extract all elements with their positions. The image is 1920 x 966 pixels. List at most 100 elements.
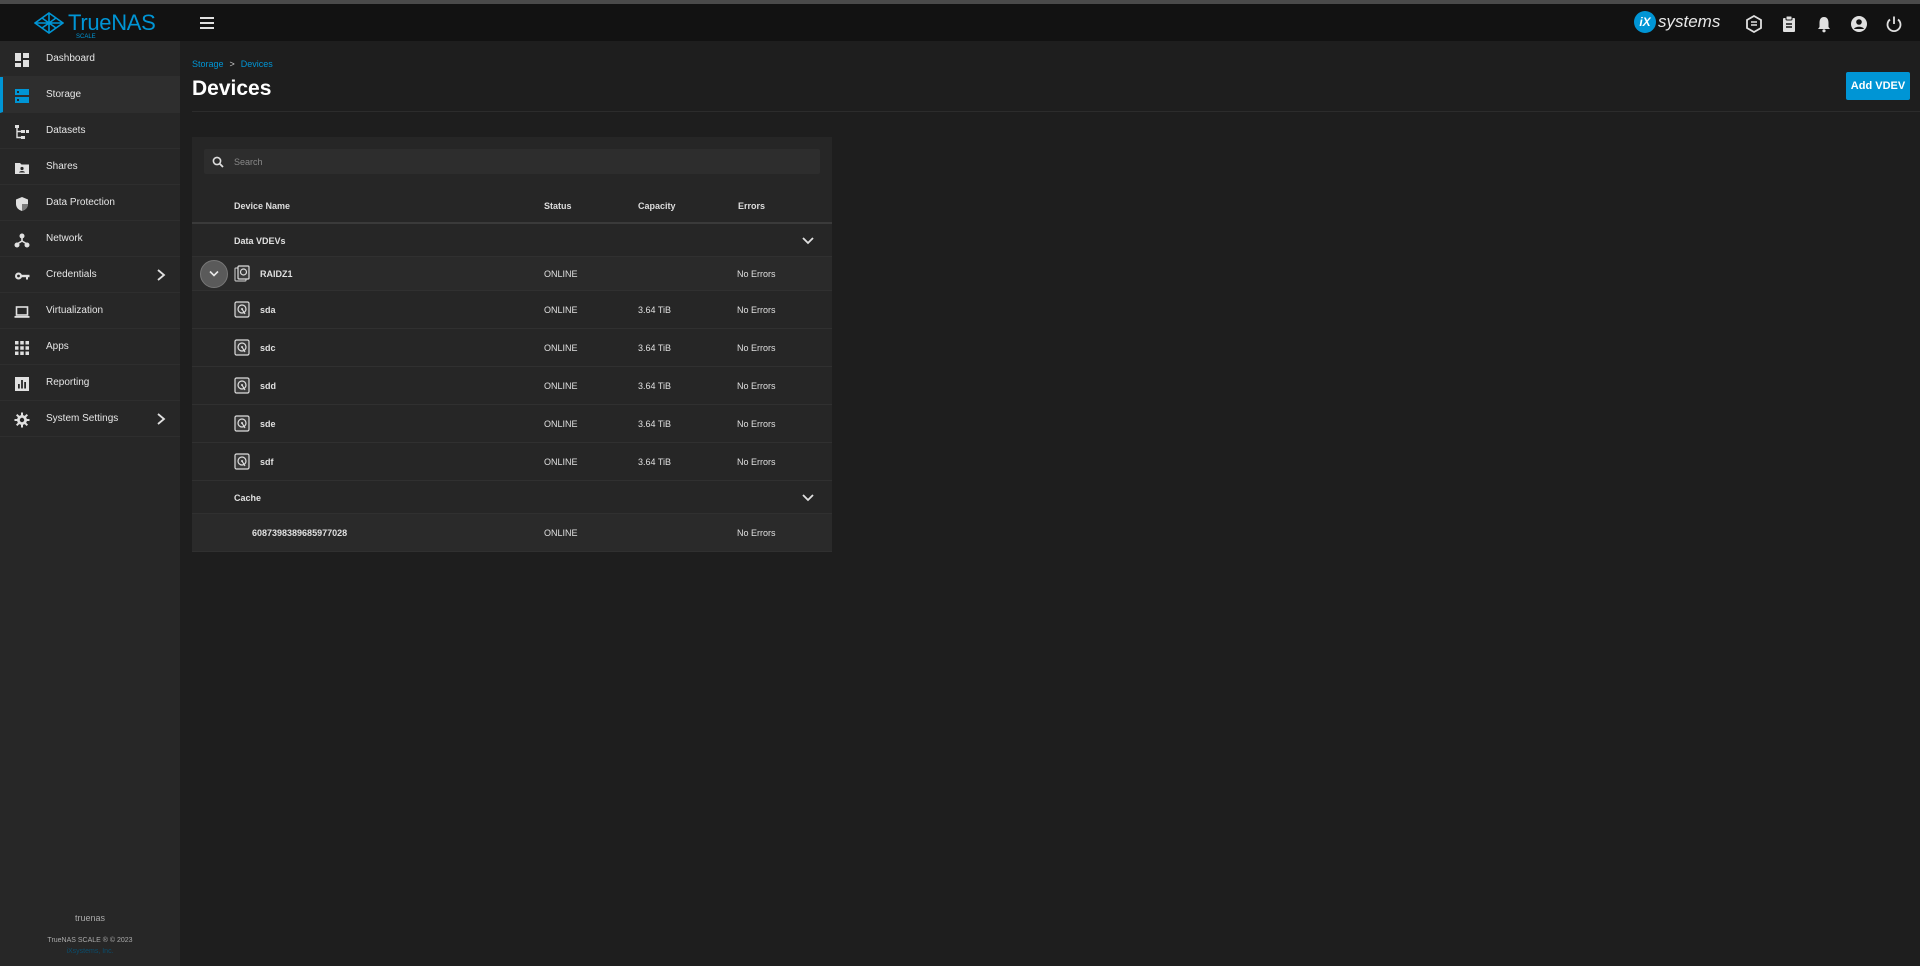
disk-row[interactable]: sdf ONLINE 3.64 TiB No Errors	[192, 443, 832, 481]
breadcrumb-storage-link[interactable]: Storage	[192, 59, 224, 69]
shield-icon	[16, 197, 28, 211]
sidebar-item-label: Credentials	[46, 269, 97, 280]
sidebar-item-label: Virtualization	[46, 305, 104, 316]
search-input[interactable]	[234, 156, 794, 167]
sidebar-item-dashboard[interactable]: Dashboard	[0, 41, 180, 77]
chart-icon	[15, 377, 29, 391]
group-label: Data VDEVs	[234, 236, 286, 246]
header-divider	[192, 111, 1920, 112]
cache-device-row[interactable]: 6087398389685977028 ONLINE No Errors	[192, 514, 832, 552]
truecommand-icon[interactable]	[1745, 15, 1763, 33]
sidebar-item-apps[interactable]: Apps	[0, 329, 180, 365]
group-label: Cache	[234, 493, 262, 503]
ix-mark: iX	[1634, 11, 1656, 33]
device-status: ONLINE	[544, 419, 578, 429]
disk-icon	[234, 339, 250, 356]
main-content: Storage > Devices Devices Add VDEV Devic…	[180, 41, 1920, 966]
sidebar-item-label: Datasets	[46, 125, 86, 136]
sidebar: Dashboard Storage Datasets Shares Data P…	[0, 41, 180, 966]
power-icon[interactable]	[1885, 15, 1903, 33]
sidebar-item-label: Storage	[46, 89, 82, 100]
device-capacity: 3.64 TiB	[638, 457, 672, 467]
column-header-device-name[interactable]: Device Name	[234, 201, 290, 211]
devices-table-card: Device Name Status Capacity Errors Data …	[192, 137, 832, 552]
top-toolbar: TrueNAS SCALE iX systems	[0, 0, 1920, 41]
truenas-logo[interactable]: TrueNAS SCALE	[34, 10, 156, 40]
device-status: ONLINE	[544, 305, 578, 315]
sidebar-item-virtualization[interactable]: Virtualization	[0, 293, 180, 329]
disk-icon	[234, 453, 250, 470]
ix-systems-text: systems	[1658, 12, 1721, 31]
dashboard-icon	[15, 53, 29, 67]
device-errors: No Errors	[737, 381, 776, 391]
disk-row[interactable]: sdd ONLINE 3.64 TiB No Errors	[192, 367, 832, 405]
vdev-row-raidz1[interactable]: RAIDZ1 ONLINE No Errors	[192, 257, 832, 291]
column-header-capacity[interactable]: Capacity	[638, 201, 676, 211]
breadcrumb: Storage > Devices	[192, 59, 273, 69]
shares-icon	[15, 163, 29, 174]
device-status: ONLINE	[544, 457, 578, 467]
vdev-icon	[234, 265, 250, 282]
device-errors: No Errors	[737, 343, 776, 353]
sidebar-item-label: Shares	[46, 161, 78, 172]
group-row-data-vdevs[interactable]: Data VDEVs	[192, 224, 832, 257]
ixsystems-logo[interactable]: iX systems	[1634, 11, 1720, 33]
network-icon	[14, 233, 30, 248]
add-vdev-button[interactable]: Add VDEV	[1846, 72, 1910, 100]
device-name: sdc	[260, 343, 276, 353]
chevron-down-icon[interactable]	[802, 236, 814, 246]
device-name: sdd	[260, 381, 277, 391]
truenas-logo-icon	[34, 12, 64, 34]
device-name: RAIDZ1	[260, 269, 293, 279]
device-name: sdf	[260, 457, 274, 467]
bell-icon[interactable]	[1815, 15, 1833, 33]
device-capacity: 3.64 TiB	[638, 419, 672, 429]
account-circle-icon[interactable]	[1850, 15, 1868, 33]
sidebar-item-datasets[interactable]: Datasets	[0, 113, 180, 149]
laptop-icon	[14, 306, 30, 318]
breadcrumb-separator: >	[229, 59, 235, 69]
clipboard-tasks-icon[interactable]	[1780, 15, 1798, 33]
device-status: ONLINE	[544, 343, 578, 353]
sidebar-item-network[interactable]: Network	[0, 221, 180, 257]
sidebar-item-data-protection[interactable]: Data Protection	[0, 185, 180, 221]
page-title: Devices	[192, 77, 272, 100]
disk-row[interactable]: sde ONLINE 3.64 TiB No Errors	[192, 405, 832, 443]
disk-row[interactable]: sda ONLINE 3.64 TiB No Errors	[192, 291, 832, 329]
sidebar-item-system-settings[interactable]: System Settings	[0, 401, 180, 437]
chevron-right-icon	[157, 269, 166, 281]
column-header-status[interactable]: Status	[544, 201, 572, 211]
sidebar-item-label: Network	[46, 233, 83, 244]
chevron-down-icon[interactable]	[802, 493, 814, 503]
column-header-errors[interactable]: Errors	[738, 201, 765, 211]
chevron-down-icon	[209, 270, 219, 277]
device-errors: No Errors	[737, 269, 776, 279]
disk-icon	[234, 415, 250, 432]
datasets-icon	[15, 125, 29, 139]
sidebar-item-reporting[interactable]: Reporting	[0, 365, 180, 401]
sidebar-item-credentials[interactable]: Credentials	[0, 257, 180, 293]
device-errors: No Errors	[737, 305, 776, 315]
search-box[interactable]	[204, 149, 820, 174]
sidebar-item-storage[interactable]: Storage	[0, 77, 180, 113]
sidebar-item-shares[interactable]: Shares	[0, 149, 180, 185]
search-bar	[192, 137, 832, 188]
device-capacity: 3.64 TiB	[638, 343, 672, 353]
sidebar-item-label: Reporting	[46, 377, 90, 388]
breadcrumb-devices-link[interactable]: Devices	[241, 59, 273, 69]
group-row-cache[interactable]: Cache	[192, 481, 832, 514]
disk-icon	[234, 377, 250, 394]
device-status: ONLINE	[544, 381, 578, 391]
disk-icon	[234, 301, 250, 318]
sidebar-item-label: Dashboard	[46, 53, 95, 64]
apps-icon	[15, 341, 29, 355]
collapse-vdev-button[interactable]	[200, 260, 228, 288]
copyright-text: TrueNAS SCALE ® © 2023	[47, 937, 133, 944]
company-link[interactable]: iXsystems, Inc.	[0, 948, 180, 955]
hamburger-menu-button[interactable]	[197, 14, 217, 34]
device-name: sde	[260, 419, 276, 429]
disk-row[interactable]: sdc ONLINE 3.64 TiB No Errors	[192, 329, 832, 367]
device-errors: No Errors	[737, 528, 776, 538]
sidebar-item-label: Data Protection	[46, 197, 115, 208]
device-capacity: 3.64 TiB	[638, 305, 672, 315]
